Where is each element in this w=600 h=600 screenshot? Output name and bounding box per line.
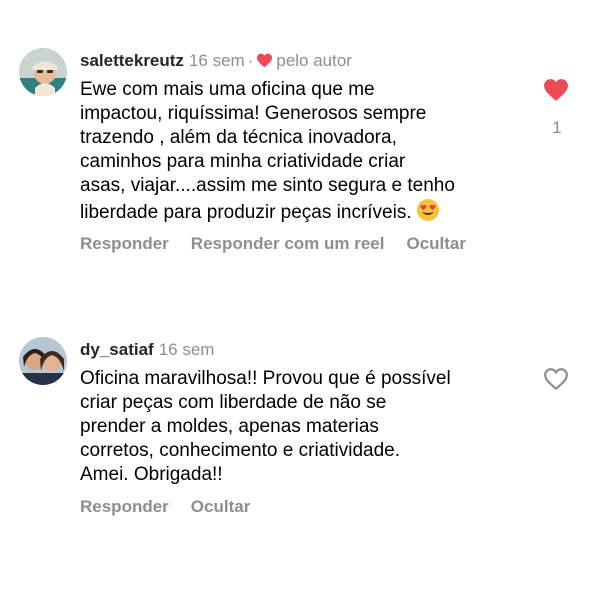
comment-text: Oficina maravilhosa!! Provou que é possí… — [80, 367, 530, 487]
reply-with-reel-button[interactable]: Responder com um reel — [191, 234, 385, 253]
avatar[interactable] — [19, 48, 67, 96]
avatar[interactable] — [19, 337, 67, 385]
hide-button[interactable]: Ocultar — [406, 234, 466, 253]
separator: · — [247, 51, 254, 70]
comment-actions: Responder Ocultar — [80, 496, 272, 518]
username[interactable]: salettekreutz — [80, 51, 184, 70]
like-button[interactable] — [543, 78, 571, 104]
timestamp: 16 sem — [188, 51, 245, 70]
heart-filled-icon — [544, 79, 568, 101]
comment-text: Ewe com mais uma oficina que me impactou… — [80, 78, 530, 229]
liked-by-author-label: pelo autor — [276, 51, 352, 70]
hide-button[interactable]: Ocultar — [191, 497, 251, 516]
comment-header: dy_satiaf 16 sem — [80, 339, 214, 361]
comment-header: salettekreutz 16 sem · pelo autor — [80, 50, 352, 74]
heart-filled-icon — [256, 52, 273, 74]
comment-body: Ewe com mais uma oficina que me impactou… — [80, 79, 455, 223]
reply-button[interactable]: Responder — [80, 497, 169, 516]
heart-outline-icon — [544, 368, 568, 391]
heart-eyes-emoji-icon — [416, 198, 440, 229]
like-button[interactable] — [543, 367, 571, 393]
like-count[interactable]: 1 — [544, 118, 570, 138]
comment-actions: Responder Responder com um reel Ocultar — [80, 233, 488, 255]
comment-body: Oficina maravilhosa!! Provou que é possí… — [80, 368, 451, 485]
timestamp: 16 sem — [158, 340, 215, 359]
reply-button[interactable]: Responder — [80, 234, 169, 253]
username[interactable]: dy_satiaf — [80, 340, 154, 359]
